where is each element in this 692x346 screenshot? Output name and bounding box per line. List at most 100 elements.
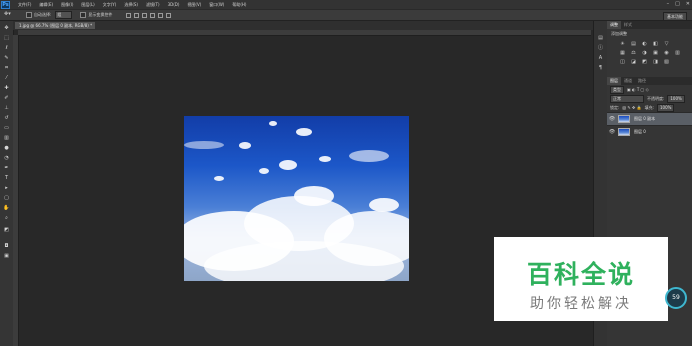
cloud: [294, 186, 334, 206]
exposure-icon[interactable]: ◧: [652, 41, 659, 47]
align-bottom-icon[interactable]: [142, 12, 148, 18]
menu-file[interactable]: 文件(F): [18, 2, 31, 8]
opacity-field[interactable]: 100%: [667, 94, 685, 103]
layer-row[interactable]: 👁 图层 0: [607, 125, 692, 138]
levels-icon[interactable]: ▤: [630, 41, 637, 47]
eye-icon[interactable]: 👁: [608, 129, 616, 135]
type-icon[interactable]: T: [3, 175, 10, 181]
align-top-icon[interactable]: [126, 12, 132, 18]
show-transform-checkbox[interactable]: [80, 12, 87, 18]
workspace-switcher[interactable]: 基本功能: [663, 12, 687, 21]
lock-icons[interactable]: ▧ ✎ ✥ 🔒: [622, 105, 641, 110]
menu-type[interactable]: 文字(Y): [103, 2, 117, 8]
fill-label: 填充:: [644, 104, 654, 110]
menu-help[interactable]: 帮助(H): [232, 2, 246, 8]
menu-select[interactable]: 选择(S): [124, 2, 138, 8]
color-lookup-icon[interactable]: ▥: [674, 50, 681, 56]
align-center-icon[interactable]: [158, 12, 164, 18]
healing-icon[interactable]: ✚: [3, 85, 10, 91]
history-brush-icon[interactable]: ↺: [3, 115, 10, 121]
tab-adjustments[interactable]: 调整: [607, 21, 621, 29]
menu-window[interactable]: 窗口(W): [209, 2, 224, 8]
toolbox: ✥ ⬚ ℓ ✎ ⌗ ⁄ ✚ ✐ ⊥ ↺ ▭ ▥ ● ◔ ✒ T ▸ ▢ ✋ ⌕ …: [0, 21, 14, 346]
paragraph-panel-icon[interactable]: ¶: [597, 65, 604, 71]
app-logo: Ps: [1, 0, 10, 9]
menu-edit[interactable]: 编辑(E): [39, 2, 53, 8]
layer-thumbnail: [618, 115, 630, 123]
blend-mode-dropdown[interactable]: 正常: [610, 94, 644, 103]
menu-layer[interactable]: 图层(L): [81, 2, 94, 8]
posterize-icon[interactable]: ◪: [630, 59, 637, 65]
eraser-icon[interactable]: ▭: [3, 125, 10, 131]
color-balance-icon[interactable]: ⚖: [630, 50, 637, 56]
close-icon[interactable]: ✕: [686, 1, 690, 7]
maximize-icon[interactable]: □: [675, 1, 680, 7]
zoom-icon[interactable]: ⌕: [3, 215, 10, 221]
progress-badge[interactable]: 59: [665, 287, 687, 309]
layer-filter-dropdown[interactable]: 类型: [610, 85, 624, 94]
cloud: [214, 176, 224, 181]
path-select-icon[interactable]: ▸: [3, 185, 10, 191]
channel-mixer-icon[interactable]: ◉: [663, 50, 670, 56]
hue-saturation-icon[interactable]: ▦: [619, 50, 626, 56]
layer-row[interactable]: 👁 图层 0 副本: [607, 112, 692, 125]
shape-icon[interactable]: ▢: [3, 195, 10, 201]
gradient-map-icon[interactable]: ▧: [663, 59, 670, 65]
color-swatch-icon[interactable]: ◩: [3, 227, 10, 233]
dodge-icon[interactable]: ◔: [3, 155, 10, 161]
screen-mode-icon[interactable]: ▣: [3, 253, 10, 259]
eye-icon[interactable]: 👁: [608, 116, 616, 122]
black-white-icon[interactable]: ◑: [641, 50, 648, 56]
menu-3d[interactable]: 3D(D): [168, 2, 180, 7]
selective-color-icon[interactable]: ◨: [652, 59, 659, 65]
align-middle-icon[interactable]: [134, 12, 140, 18]
tab-styles[interactable]: 样式: [621, 21, 635, 29]
brush-icon[interactable]: ✐: [3, 95, 10, 101]
invert-icon[interactable]: ◫: [619, 59, 626, 65]
cloud: [184, 141, 224, 149]
auto-select-checkbox[interactable]: [26, 12, 32, 18]
blur-icon[interactable]: ●: [3, 145, 10, 151]
cloud: [239, 142, 251, 149]
tab-channels[interactable]: 通道: [621, 77, 635, 85]
align-left-icon[interactable]: [150, 12, 156, 18]
brightness-icon[interactable]: ☀: [619, 41, 626, 47]
auto-select-dropdown[interactable]: 组: [55, 11, 73, 19]
history-panel-icon[interactable]: ▤: [597, 35, 604, 41]
move-tool-icon[interactable]: ✥▾: [4, 11, 18, 19]
threshold-icon[interactable]: ◩: [641, 59, 648, 65]
cloud: [349, 150, 389, 162]
minimize-icon[interactable]: –: [667, 1, 670, 7]
menu-filter[interactable]: 滤镜(T): [146, 2, 160, 8]
menu-image[interactable]: 图像(I): [61, 2, 73, 8]
lock-row: 锁定: ▧ ✎ ✥ 🔒 填充: 100%: [607, 103, 692, 112]
vibrance-icon[interactable]: ▽: [663, 41, 670, 47]
align-right-icon[interactable]: [166, 12, 172, 18]
move-icon[interactable]: ✥: [3, 25, 10, 31]
properties-panel-icon[interactable]: ⓘ: [597, 45, 604, 51]
fill-field[interactable]: 100%: [657, 103, 675, 112]
tab-paths[interactable]: 路径: [635, 77, 649, 85]
window-controls: – □ ✕: [667, 1, 690, 7]
sky-clouds-image[interactable]: [184, 116, 409, 281]
quick-mask-icon[interactable]: ◘: [3, 243, 10, 249]
marquee-icon[interactable]: ⬚: [3, 35, 10, 41]
photo-filter-icon[interactable]: ▣: [652, 50, 659, 56]
lock-label: 锁定:: [610, 104, 620, 110]
hand-icon[interactable]: ✋: [3, 205, 10, 211]
eyedropper-icon[interactable]: ⁄: [3, 75, 10, 81]
filter-icons[interactable]: ▣ ◐ T ▢ ◇: [627, 87, 649, 92]
stamp-icon[interactable]: ⊥: [3, 105, 10, 111]
pen-icon[interactable]: ✒: [3, 165, 10, 171]
curves-icon[interactable]: ◐: [641, 41, 648, 47]
gradient-icon[interactable]: ▥: [3, 135, 10, 141]
character-panel-icon[interactable]: A: [597, 55, 604, 61]
auto-select-label: 自动选择:: [34, 12, 52, 17]
document-tab[interactable]: 1.jpg @ 66.7% (图层 0 副本, RGB/8) *: [15, 22, 95, 29]
crop-icon[interactable]: ⌗: [3, 65, 10, 71]
quick-select-icon[interactable]: ✎: [3, 55, 10, 61]
document-tab-strip: [13, 21, 595, 30]
lasso-icon[interactable]: ℓ: [3, 45, 10, 51]
menu-view[interactable]: 视图(V): [187, 2, 201, 8]
tab-layers[interactable]: 图层: [607, 77, 621, 85]
